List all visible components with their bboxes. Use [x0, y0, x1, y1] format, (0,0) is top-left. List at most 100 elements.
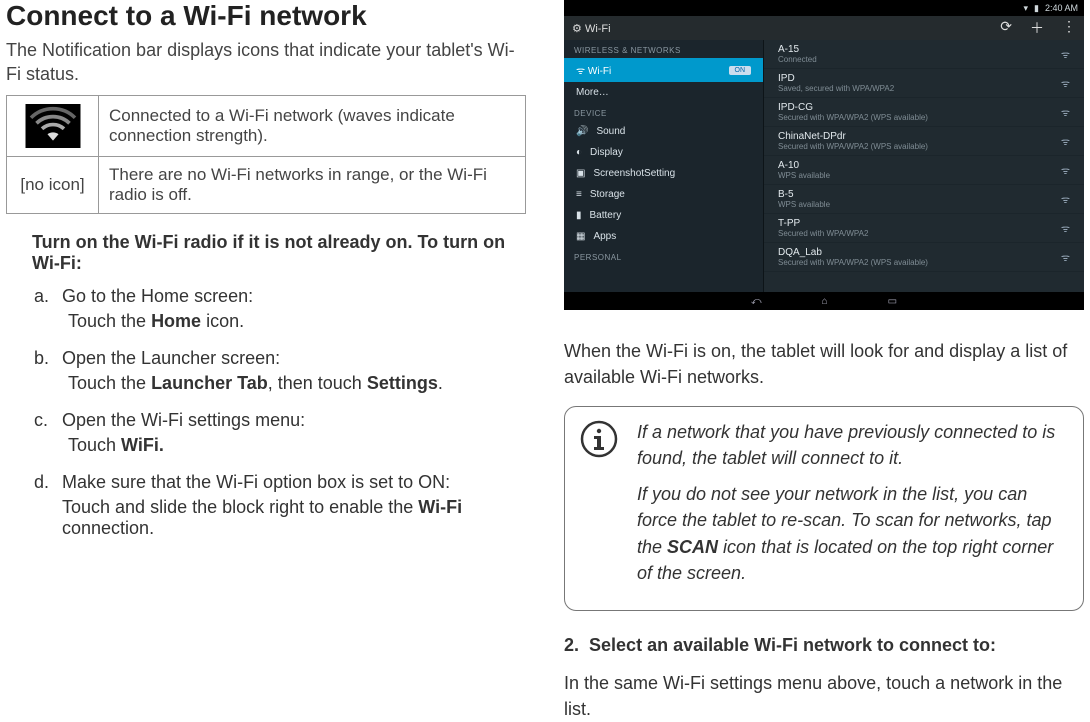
text: Touch and slide the block right to enabl…	[62, 497, 418, 517]
step-2-body: In the same Wi-Fi settings menu above, t…	[564, 670, 1084, 722]
no-icon-label: [no icon]	[7, 156, 99, 213]
step-1-heading: Turn on the Wi-Fi radio if it is not alr…	[32, 232, 505, 273]
step-1a-title: Go to the Home screen:	[62, 286, 253, 306]
network-status: Secured with WPA/WPA2	[778, 229, 868, 238]
bold-text: WiFi.	[121, 435, 164, 455]
bold-text: Settings	[367, 373, 438, 393]
step-1a: a.Go to the Home screen: Touch the Home …	[34, 286, 526, 332]
network-status: WPS available	[778, 171, 830, 180]
wifi-network-item[interactable]: IPDSaved, secured with WPA/WPA2 ᯤ	[764, 69, 1084, 98]
status-wifi-icon: ▾	[1023, 3, 1028, 14]
refresh-icon[interactable]: ⟳	[1000, 18, 1012, 38]
text: Touch the	[68, 311, 151, 331]
wifi-icon	[25, 104, 81, 148]
recent-icon[interactable]: ▭	[888, 296, 897, 307]
apps-icon: ▦	[576, 231, 585, 242]
network-name: B-5	[778, 189, 830, 200]
wifi-network-item[interactable]: T-PPSecured with WPA/WPA2 ᯤ	[764, 214, 1084, 243]
wifi-network-item[interactable]: A-15Connectedᯤ	[764, 40, 1084, 69]
text: Touch the	[68, 373, 151, 393]
sidebar-item-display[interactable]: ◐Display	[564, 142, 763, 163]
text: connection.	[62, 518, 154, 538]
step-1c-title: Open the Wi-Fi settings menu:	[62, 410, 305, 430]
step-1d: d.Make sure that the Wi-Fi option box is…	[34, 472, 526, 539]
sidebar-item-apps[interactable]: ▦Apps	[564, 226, 763, 247]
wifi-signal-icon: ᯤ	[1061, 192, 1070, 206]
wifi-signal-icon: ᯤ	[1061, 163, 1070, 177]
wifi-signal-icon: ᯤ	[1061, 221, 1070, 235]
bold-text: SCAN	[667, 537, 718, 557]
after-screenshot-text: When the Wi-Fi is on, the tablet will lo…	[564, 338, 1084, 390]
wifi-signal-icon: ᯤ	[1061, 76, 1070, 90]
settings-titlebar: ⚙ Wi-Fi ⟳ ＋ ⋮	[564, 16, 1084, 40]
storage-icon: ≡	[576, 189, 582, 200]
intro-text: The Notification bar displays icons that…	[6, 38, 526, 87]
sidebar-item-battery[interactable]: ▮ Battery	[564, 205, 763, 226]
camera-icon: ▣	[576, 168, 585, 179]
sidebar-item-label: Storage	[590, 189, 625, 200]
wifi-network-list: A-15ConnectedᯤIPDSaved, secured with WPA…	[764, 40, 1084, 292]
page-title: Connect to a Wi-Fi network	[6, 0, 526, 32]
wifi-toggle[interactable]: ON	[729, 66, 752, 75]
wifi-network-item[interactable]: A-10WPS available ᯤ	[764, 156, 1084, 185]
wifi-network-item[interactable]: B-5WPS availableᯤ	[764, 185, 1084, 214]
info-note: If a network that you have previously co…	[564, 406, 1084, 611]
network-name: DQA_Lab	[778, 247, 928, 258]
network-status: Secured with WPA/WPA2 (WPS available)	[778, 258, 928, 267]
sidebar-item-label: Display	[590, 147, 623, 158]
status-time: 2:40 AM	[1045, 3, 1078, 13]
network-name: T-PP	[778, 218, 868, 229]
network-status: Connected	[778, 55, 817, 64]
info-icon	[579, 419, 623, 596]
network-name: A-10	[778, 160, 830, 171]
plus-icon[interactable]: ＋	[1030, 18, 1044, 38]
sidebar-item-label: Battery	[590, 210, 622, 221]
step-1b-title: Open the Launcher screen:	[62, 348, 280, 368]
sidebar-item-screenshot[interactable]: ▣ ScreenshotSetting	[564, 163, 763, 184]
back-icon[interactable]: ⤺	[751, 296, 762, 307]
network-status: Secured with WPA/WPA2 (WPS available)	[778, 142, 928, 151]
wifi-icon-table: Connected to a Wi-Fi network (waves indi…	[6, 95, 526, 214]
wifi-settings-screenshot: ▾ ▮ 2:40 AM ⚙ Wi-Fi ⟳ ＋ ⋮ WIRELESS & NET…	[564, 0, 1084, 310]
wifi-small-icon: ᯤ	[576, 66, 585, 77]
wifi-icon-cell	[7, 95, 99, 156]
network-status: Saved, secured with WPA/WPA2	[778, 84, 894, 93]
settings-sidebar: WIRELESS & NETWORKS ᯤ Wi-Fi ON More… DEV…	[564, 40, 764, 292]
step-1b: b.Open the Launcher screen: Touch the La…	[34, 348, 526, 394]
step-1d-body: Touch and slide the block right to enabl…	[34, 497, 526, 539]
step-1c-body: Touch WiFi.	[34, 435, 526, 456]
sidebar-item-wifi[interactable]: ᯤ Wi-Fi ON	[564, 58, 763, 82]
bold-text: Home	[151, 311, 201, 331]
note-paragraph-1: If a network that you have previously co…	[637, 419, 1069, 471]
wifi-network-item[interactable]: IPD-CGSecured with WPA/WPA2 (WPS availab…	[764, 98, 1084, 127]
status-battery-icon: ▮	[1034, 3, 1039, 14]
wifi-network-item[interactable]: ChinaNet-DPdrSecured with WPA/WPA2 (WPS …	[764, 127, 1084, 156]
wifi-signal-icon: ᯤ	[1061, 134, 1070, 148]
step-1d-letter: d.	[34, 472, 62, 493]
step-2: 2. Select an available Wi-Fi network to …	[564, 635, 1084, 656]
sidebar-item-label: ScreenshotSetting	[593, 168, 675, 179]
kebab-icon[interactable]: ⋮	[1062, 18, 1076, 38]
sidebar-item-label: Wi-Fi	[588, 66, 611, 77]
sound-icon: 🔊	[576, 126, 588, 137]
battery-icon: ▮	[576, 210, 582, 221]
status-bar: ▾ ▮ 2:40 AM	[564, 0, 1084, 16]
wifi-signal-icon: ᯤ	[1061, 250, 1070, 264]
wifi-signal-icon: ᯤ	[1061, 105, 1070, 119]
step-1c-letter: c.	[34, 410, 62, 431]
wifi-network-item[interactable]: DQA_LabSecured with WPA/WPA2 (WPS availa…	[764, 243, 1084, 272]
sidebar-item-storage[interactable]: ≡ Storage	[564, 184, 763, 205]
sidebar-header-device: DEVICE	[564, 103, 763, 121]
system-nav-bar: ⤺ ⌂ ▭	[564, 292, 1084, 310]
network-name: IPD	[778, 73, 894, 84]
sidebar-item-more[interactable]: More…	[564, 82, 763, 103]
bold-text: Wi-Fi	[418, 497, 462, 517]
note-paragraph-2: If you do not see your network in the li…	[637, 481, 1069, 585]
sidebar-item-sound[interactable]: 🔊Sound	[564, 121, 763, 142]
settings-title: Wi-Fi	[585, 23, 611, 35]
settings-gear-icon: ⚙	[572, 23, 582, 35]
step-2-number: 2.	[564, 635, 579, 655]
no-icon-desc: There are no Wi-Fi networks in range, or…	[99, 156, 526, 213]
home-icon[interactable]: ⌂	[822, 296, 828, 307]
sidebar-header-wireless: WIRELESS & NETWORKS	[564, 40, 763, 58]
